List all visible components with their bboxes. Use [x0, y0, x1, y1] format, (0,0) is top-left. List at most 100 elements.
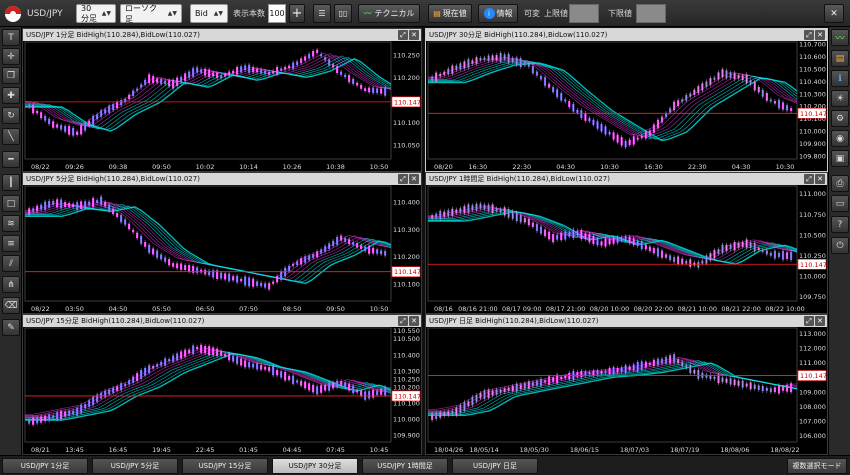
maximize-icon[interactable]: ⤢ — [398, 316, 408, 326]
chart-tab[interactable]: USD/JPY 1時間足 — [362, 458, 448, 474]
x-tick-label: 18/07/19 — [670, 446, 699, 454]
x-tick-label: 08/17 21:00 — [546, 305, 586, 313]
vertical-line-icon[interactable]: ┃ — [2, 174, 20, 191]
text-tool-icon[interactable]: T — [2, 29, 20, 46]
maximize-icon[interactable]: ⤢ — [804, 30, 814, 40]
display-count-input[interactable]: 100 — [268, 4, 286, 23]
close-icon[interactable]: ✕ — [824, 4, 844, 23]
logout-icon[interactable]: ⏻ — [831, 237, 849, 254]
x-tick-label: 22:45 — [196, 446, 215, 454]
chart-canvas[interactable]: 110.250110.200110.150110.100110.05008/22… — [23, 29, 422, 172]
save-icon[interactable]: ▣ — [831, 150, 849, 167]
maximize-icon[interactable]: ⤢ — [398, 30, 408, 40]
chart-tab[interactable]: USD/JPY 30分足 — [272, 458, 358, 474]
fibonacci-fan-icon[interactable]: ≋ — [2, 215, 20, 232]
x-tick-label: 10:30 — [776, 163, 795, 171]
chart-canvas[interactable]: 110.550110.500 110.400 110.300110.250110.2… — [23, 315, 422, 455]
x-tick-label: 16:45 — [109, 446, 128, 454]
close-icon[interactable]: ✕ — [815, 174, 825, 184]
chart-panel[interactable]: 110.700 110.600 110.500 110.400 110.300 110.2… — [425, 28, 828, 172]
technical-button[interactable]: 〰テクニカル — [358, 4, 420, 23]
pitchfork-tool-icon[interactable]: ⋔ — [2, 276, 20, 293]
horizontal-line-icon[interactable]: ━ — [2, 151, 20, 168]
chart-canvas[interactable]: 110.400 110.300 110.200 110.100 08/22 03:50 04… — [23, 173, 422, 314]
y-tick-label: 110.750 — [799, 211, 826, 219]
y-tick-label: 109.750 — [799, 293, 826, 301]
interval-select[interactable]: 30分足 ▲▼ — [76, 4, 116, 23]
lower-limit-input[interactable] — [636, 4, 666, 23]
chart-panel[interactable]: 110.550 110.500 110.400 110.300 110.250 110.2… — [22, 314, 422, 455]
chart-tab[interactable]: USD/JPY 5分足 — [92, 458, 178, 474]
variable-label: 可変 — [524, 9, 540, 18]
technical-chart-icon: 〰 — [363, 9, 372, 18]
layout-rows-icon[interactable]: ☰ — [313, 4, 331, 23]
y-tick-label: 110.550 — [393, 327, 420, 335]
rectangle-tool-icon[interactable]: □ — [2, 195, 20, 212]
x-tick-label: 08/21 22:00 — [721, 305, 761, 313]
help-icon[interactable]: ? — [831, 216, 849, 233]
y-tick-label: 106.000 — [799, 432, 826, 440]
eraser-icon[interactable]: ⌫ — [2, 297, 20, 314]
current-price-button[interactable]: ▤ 現在値 — [428, 4, 472, 23]
channel-tool-icon[interactable]: ⫽ — [2, 255, 20, 272]
crosshair-tool-icon[interactable]: ✚ — [2, 87, 20, 104]
multi-select-mode-button[interactable]: 複数選択モード — [787, 458, 847, 474]
x-tick-label: 10:26 — [283, 163, 302, 171]
chart-panel[interactable]: 113.000112.000111.000110.000109.000108.0… — [425, 314, 828, 455]
x-tick-label: 08/16 — [434, 305, 453, 313]
technical-chart-icon[interactable]: 〰 — [831, 29, 849, 46]
close-icon[interactable]: ✕ — [409, 174, 419, 184]
chart-type-select[interactable]: ローソク足 ▲▼ — [120, 4, 182, 24]
technical-label: テクニカル — [374, 9, 415, 18]
chart-tab[interactable]: USD/JPY 日足 — [452, 458, 538, 474]
x-tick-label: 18/05/30 — [520, 446, 549, 454]
plus-icon[interactable]: + — [289, 4, 305, 23]
x-tick-label: 08/20 10:00 — [590, 305, 630, 313]
close-icon[interactable]: ✕ — [815, 30, 825, 40]
maximize-icon[interactable]: ⤢ — [398, 174, 408, 184]
layout-columns-icon[interactable]: ▯▯ — [334, 4, 352, 23]
maximize-icon[interactable]: ⤢ — [804, 316, 814, 326]
close-icon[interactable]: ✕ — [409, 30, 419, 40]
print-icon[interactable]: ⎙ — [831, 175, 849, 192]
y-tick-label: 110.000 — [799, 272, 826, 280]
info-button[interactable]: i 情報 — [478, 4, 518, 23]
info-icon[interactable]: ℹ — [831, 70, 849, 87]
price-type-select[interactable]: Bid ▲▼ — [190, 4, 228, 23]
panel-title: USD/JPY 日足 BidHigh(110.284),BidLow(110.0… — [426, 315, 827, 327]
close-icon[interactable]: ✕ — [409, 316, 419, 326]
chart-panel[interactable]: 110.400 110.300 110.200 110.100 08/22 03:50 04… — [22, 172, 422, 314]
chart-canvas[interactable]: 111.000 110.750 110.500 110.250 110.000 109.7… — [426, 173, 828, 314]
gear-icon[interactable]: ⚙ — [831, 110, 849, 127]
camera-icon[interactable]: ◉ — [831, 130, 849, 147]
fibonacci-retracement-icon[interactable]: ≡ — [2, 235, 20, 252]
drawing-tools-sidebar: T ✛ ❐ ✚ ↻ ╲ ━ ┃ □ ≋ ≡ ⫽ ⋔ ⌫ ✎ — [0, 27, 22, 455]
trend-line-icon[interactable]: ╲ — [2, 128, 20, 145]
chart-canvas[interactable]: 110.700110.600110.500110.400110.300110.2… — [426, 29, 828, 172]
copy-tool-icon[interactable]: ❐ — [2, 67, 20, 84]
erase-all-icon[interactable]: ✎ — [2, 319, 20, 336]
y-tick-label: 110.300 — [799, 90, 826, 98]
chart-tab[interactable]: USD/JPY 1分足 — [2, 458, 88, 474]
close-icon[interactable]: ✕ — [815, 316, 825, 326]
chart-canvas[interactable]: 113.000112.000111.000110.000109.000108.0… — [426, 315, 828, 455]
current-price-icon[interactable]: ▤ — [831, 50, 849, 67]
us-flag-icon — [4, 4, 24, 23]
chart-panel[interactable]: 111.000 110.750 110.500 110.250 110.000 109.7… — [425, 172, 828, 314]
document-icon[interactable]: ▭ — [831, 195, 849, 212]
move-tool-icon[interactable]: ✛ — [2, 48, 20, 65]
chart-tab[interactable]: USD/JPY 15分足 — [182, 458, 268, 474]
chart-panel[interactable]: 110.250110.200110.150110.100110.05008/22… — [22, 28, 422, 172]
panel-title: USD/JPY 15分足 BidHigh(110.284),BidLow(110… — [23, 315, 421, 327]
maximize-icon[interactable]: ⤢ — [804, 174, 814, 184]
upper-limit-input[interactable] — [569, 4, 599, 23]
lightbulb-icon[interactable]: ☀ — [831, 90, 849, 107]
x-tick-label: 10:50 — [370, 163, 389, 171]
draw-curve-icon[interactable]: ↻ — [2, 107, 20, 124]
x-tick-label: 10:14 — [239, 163, 258, 171]
x-tick-label: 08/22 10:00 — [765, 305, 805, 313]
y-tick-label: 110.100 — [393, 119, 420, 127]
x-tick-label: 04:45 — [283, 446, 302, 454]
symbol-label[interactable]: USD/JPY — [27, 4, 63, 23]
y-tick-label: 113.000 — [799, 330, 826, 338]
